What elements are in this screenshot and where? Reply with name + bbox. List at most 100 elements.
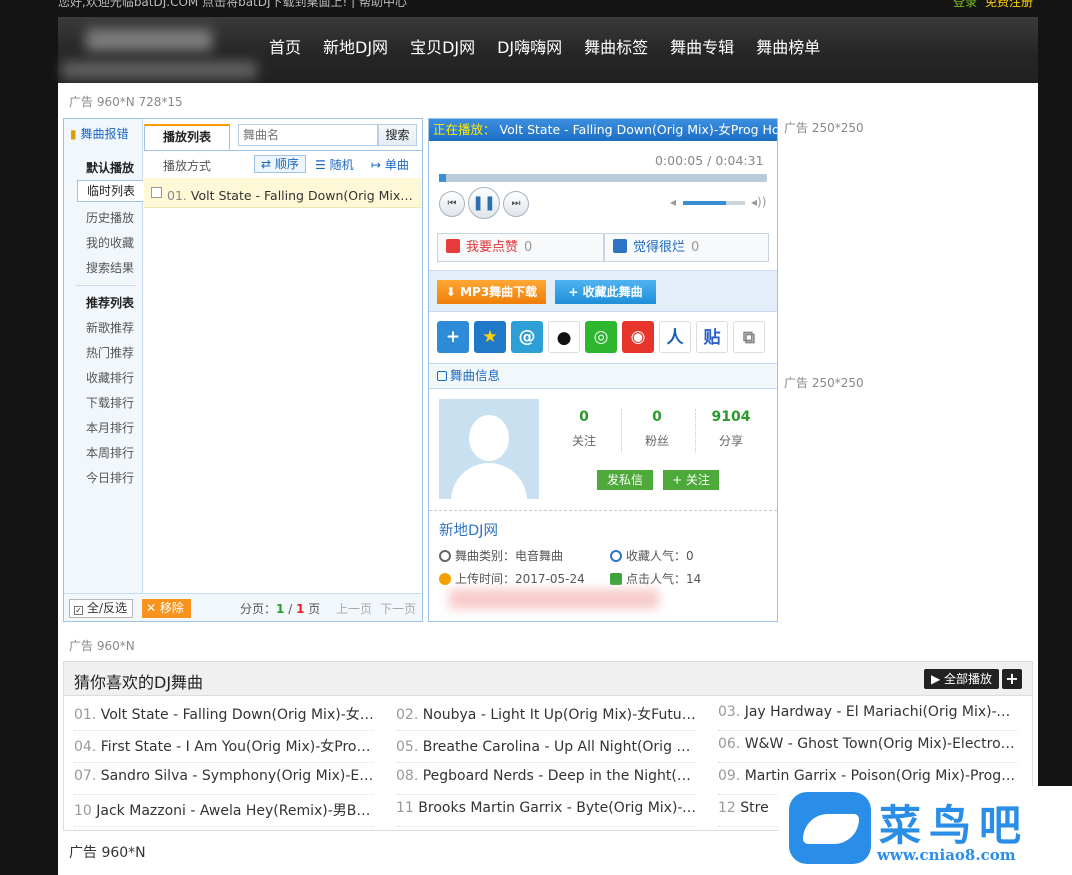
song-favorites: 收藏人气：0 [610, 547, 694, 564]
select-all-button[interactable]: ✓ 全/反选 [69, 599, 134, 618]
qq-icon[interactable]: ● [548, 321, 580, 353]
add-share-icon[interactable]: + [437, 321, 469, 353]
dislike-button[interactable]: 觉得很烂 0 [604, 233, 769, 262]
recommend-item[interactable]: 07. Sandro Silva - Symphony(Orig Mix)-El… [74, 768, 374, 784]
recommend-item[interactable]: 01. Volt State - Falling Down(Orig Mix)-… [74, 704, 374, 724]
song-clicks: 点击人气：14 [610, 570, 701, 587]
recommend-item[interactable]: 09. Martin Garrix - Poison(Orig Mix)-Pro… [718, 768, 1018, 784]
like-button[interactable]: 我要点赞 0 [437, 233, 604, 262]
search-input[interactable] [238, 124, 378, 146]
nav-baobei-dj[interactable]: 宝贝DJ网 [399, 17, 486, 83]
recommend-divider [718, 730, 1018, 731]
sidebar-item-temp-list[interactable]: 临时列表 [77, 180, 143, 202]
ad-right-1: 广告 250*250 [784, 121, 864, 135]
mode-sequence-button[interactable]: ⇄ 顺序 [254, 155, 306, 173]
remove-button[interactable]: ✕ 移除 [142, 599, 191, 618]
track-title: 01. Volt State - Falling Down(Orig Mix)-… [167, 188, 415, 203]
song-info-header: 舞曲信息 [429, 363, 777, 389]
sidebar-item-hot[interactable]: 热门推荐 [86, 344, 134, 361]
qq-weibo-icon[interactable]: @ [511, 321, 543, 353]
download-icon: ⬇ [445, 285, 456, 299]
site-logo[interactable] [58, 21, 263, 83]
recommend-item[interactable]: 06. W&W - Ghost Town(Orig Mix)-Electro H… [718, 736, 1018, 752]
ad-bottom: 广告 960*N [69, 845, 146, 861]
recommend-item[interactable]: 10 Jack Mazzoni - Awela Hey(Remix)-男Big … [74, 800, 374, 820]
uploader-link[interactable]: 新地DJ网 [439, 519, 498, 540]
mode-random-button[interactable]: ☰ 随机 [315, 156, 354, 173]
recommend-item[interactable]: 02. Noubya - Light It Up(Orig Mix)-女Futu… [396, 704, 696, 724]
recommend-item[interactable]: 05. Breathe Carolina - Up All Night(Orig… [396, 736, 696, 756]
nav-albums[interactable]: 舞曲专辑 [659, 17, 745, 83]
favorite-song-button[interactable]: + 收藏此舞曲 [555, 280, 656, 304]
play-all-button[interactable]: ▶ 全部播放 [924, 669, 999, 689]
sidebar-item-fav-rank[interactable]: 收藏排行 [86, 369, 134, 386]
report-link[interactable]: ▮ 舞曲报错 [70, 125, 128, 142]
sidebar-item-history[interactable]: 历史播放 [86, 209, 134, 226]
volume-slider[interactable] [683, 201, 745, 205]
check-icon: ✓ [74, 606, 83, 615]
like-count: 0 [524, 240, 533, 255]
login-link[interactable]: 登录 [953, 0, 977, 8]
prev-track-button[interactable]: ⏮ [439, 191, 465, 217]
next-page-link[interactable]: 下一页 [380, 600, 416, 617]
nav-dj-haihai[interactable]: DJ嗨嗨网 [486, 17, 573, 83]
recommend-item[interactable]: 04. First State - I Am You(Orig Mix)-女Pr… [74, 736, 374, 756]
nav-xindi-dj[interactable]: 新地DJ网 [312, 17, 399, 83]
prev-page-link[interactable]: 上一页 [336, 600, 372, 617]
follow-button[interactable]: + 关注 [663, 470, 719, 490]
sidebar-item-download-rank[interactable]: 下载排行 [86, 394, 134, 411]
dislike-count: 0 [691, 240, 700, 255]
nav-tags[interactable]: 舞曲标签 [573, 17, 659, 83]
recommend-item[interactable]: 11 Brooks Martin Garrix - Byte(Orig Mix)… [396, 800, 696, 816]
stat-shares: 9104 分享 [711, 409, 751, 448]
register-link[interactable]: 免费注册 [985, 0, 1033, 8]
info-icon [437, 371, 447, 381]
recommend-item[interactable]: 03. Jay Hardway - El Mariachi(Orig Mix)-… [718, 704, 1018, 720]
main-nav: 首页 新地DJ网 宝贝DJ网 DJ嗨嗨网 舞曲标签 舞曲专辑 舞曲榜单 [258, 17, 831, 83]
qzone-icon[interactable]: ★ [474, 321, 506, 353]
blurred-text [449, 589, 659, 609]
wechat-icon[interactable]: ◎ [585, 321, 617, 353]
progress-fill [439, 174, 446, 182]
nav-home[interactable]: 首页 [258, 17, 312, 83]
plus-icon: + [568, 285, 579, 299]
volume-high-icon[interactable]: ◂)) [751, 195, 766, 209]
sidebar-item-favorites[interactable]: 我的收藏 [86, 234, 134, 251]
sidebar-item-new[interactable]: 新歌推荐 [86, 319, 134, 336]
volume-low-icon[interactable]: ◂ [670, 195, 676, 209]
site-header: 首页 新地DJ网 宝贝DJ网 DJ嗨嗨网 舞曲标签 舞曲专辑 舞曲榜单 [58, 17, 1038, 83]
play-mode-bar: 播放方式 ⇄ 顺序 ☰ 随机 ↦ 单曲 [144, 150, 422, 177]
sidebar-item-week-rank[interactable]: 本周排行 [86, 444, 134, 461]
tieba-icon[interactable]: 贴 [696, 321, 728, 353]
ad-top: 广告 960*N 728*15 [69, 95, 183, 109]
recommend-divider [74, 762, 374, 763]
recommend-divider [396, 794, 696, 795]
recommend-divider [396, 826, 696, 827]
next-track-button[interactable]: ⏭ [503, 191, 529, 217]
nav-charts[interactable]: 舞曲榜单 [745, 17, 831, 83]
avatar[interactable] [439, 399, 539, 499]
track-checkbox[interactable] [151, 187, 162, 198]
playlist-row[interactable]: 01. Volt State - Falling Down(Orig Mix)-… [144, 178, 422, 208]
add-all-button[interactable]: + [1002, 669, 1022, 689]
play-icon: ▶ [930, 672, 941, 686]
send-message-button[interactable]: 发私信 [597, 470, 653, 490]
copy-link-icon[interactable]: ⧉ [733, 321, 765, 353]
sina-weibo-icon[interactable]: ◉ [622, 321, 654, 353]
mp3-download-button[interactable]: ⬇ MP3舞曲下载 [437, 280, 546, 304]
sidebar-item-search-results[interactable]: 搜索结果 [86, 259, 134, 276]
tab-playlist[interactable]: 播放列表 [144, 124, 230, 150]
default-group-title: 默认播放 [86, 161, 135, 175]
mode-single-button[interactable]: ↦ 单曲 [371, 156, 409, 173]
renren-icon[interactable]: 人 [659, 321, 691, 353]
comment-icon [610, 573, 622, 585]
search-button[interactable]: 搜索 [378, 124, 417, 146]
watermark-name: 菜鸟吧 [879, 801, 1030, 850]
pause-button[interactable]: ❚❚ [468, 187, 500, 219]
sidebar-item-day-rank[interactable]: 今日排行 [86, 469, 134, 486]
sidebar-item-month-rank[interactable]: 本月排行 [86, 419, 134, 436]
thumbs-up-icon [446, 239, 460, 253]
recommend-item[interactable]: 08. Pegboard Nerds - Deep in the Night(O… [396, 768, 696, 784]
progress-bar[interactable] [439, 174, 767, 182]
random-icon: ☰ [315, 158, 326, 172]
